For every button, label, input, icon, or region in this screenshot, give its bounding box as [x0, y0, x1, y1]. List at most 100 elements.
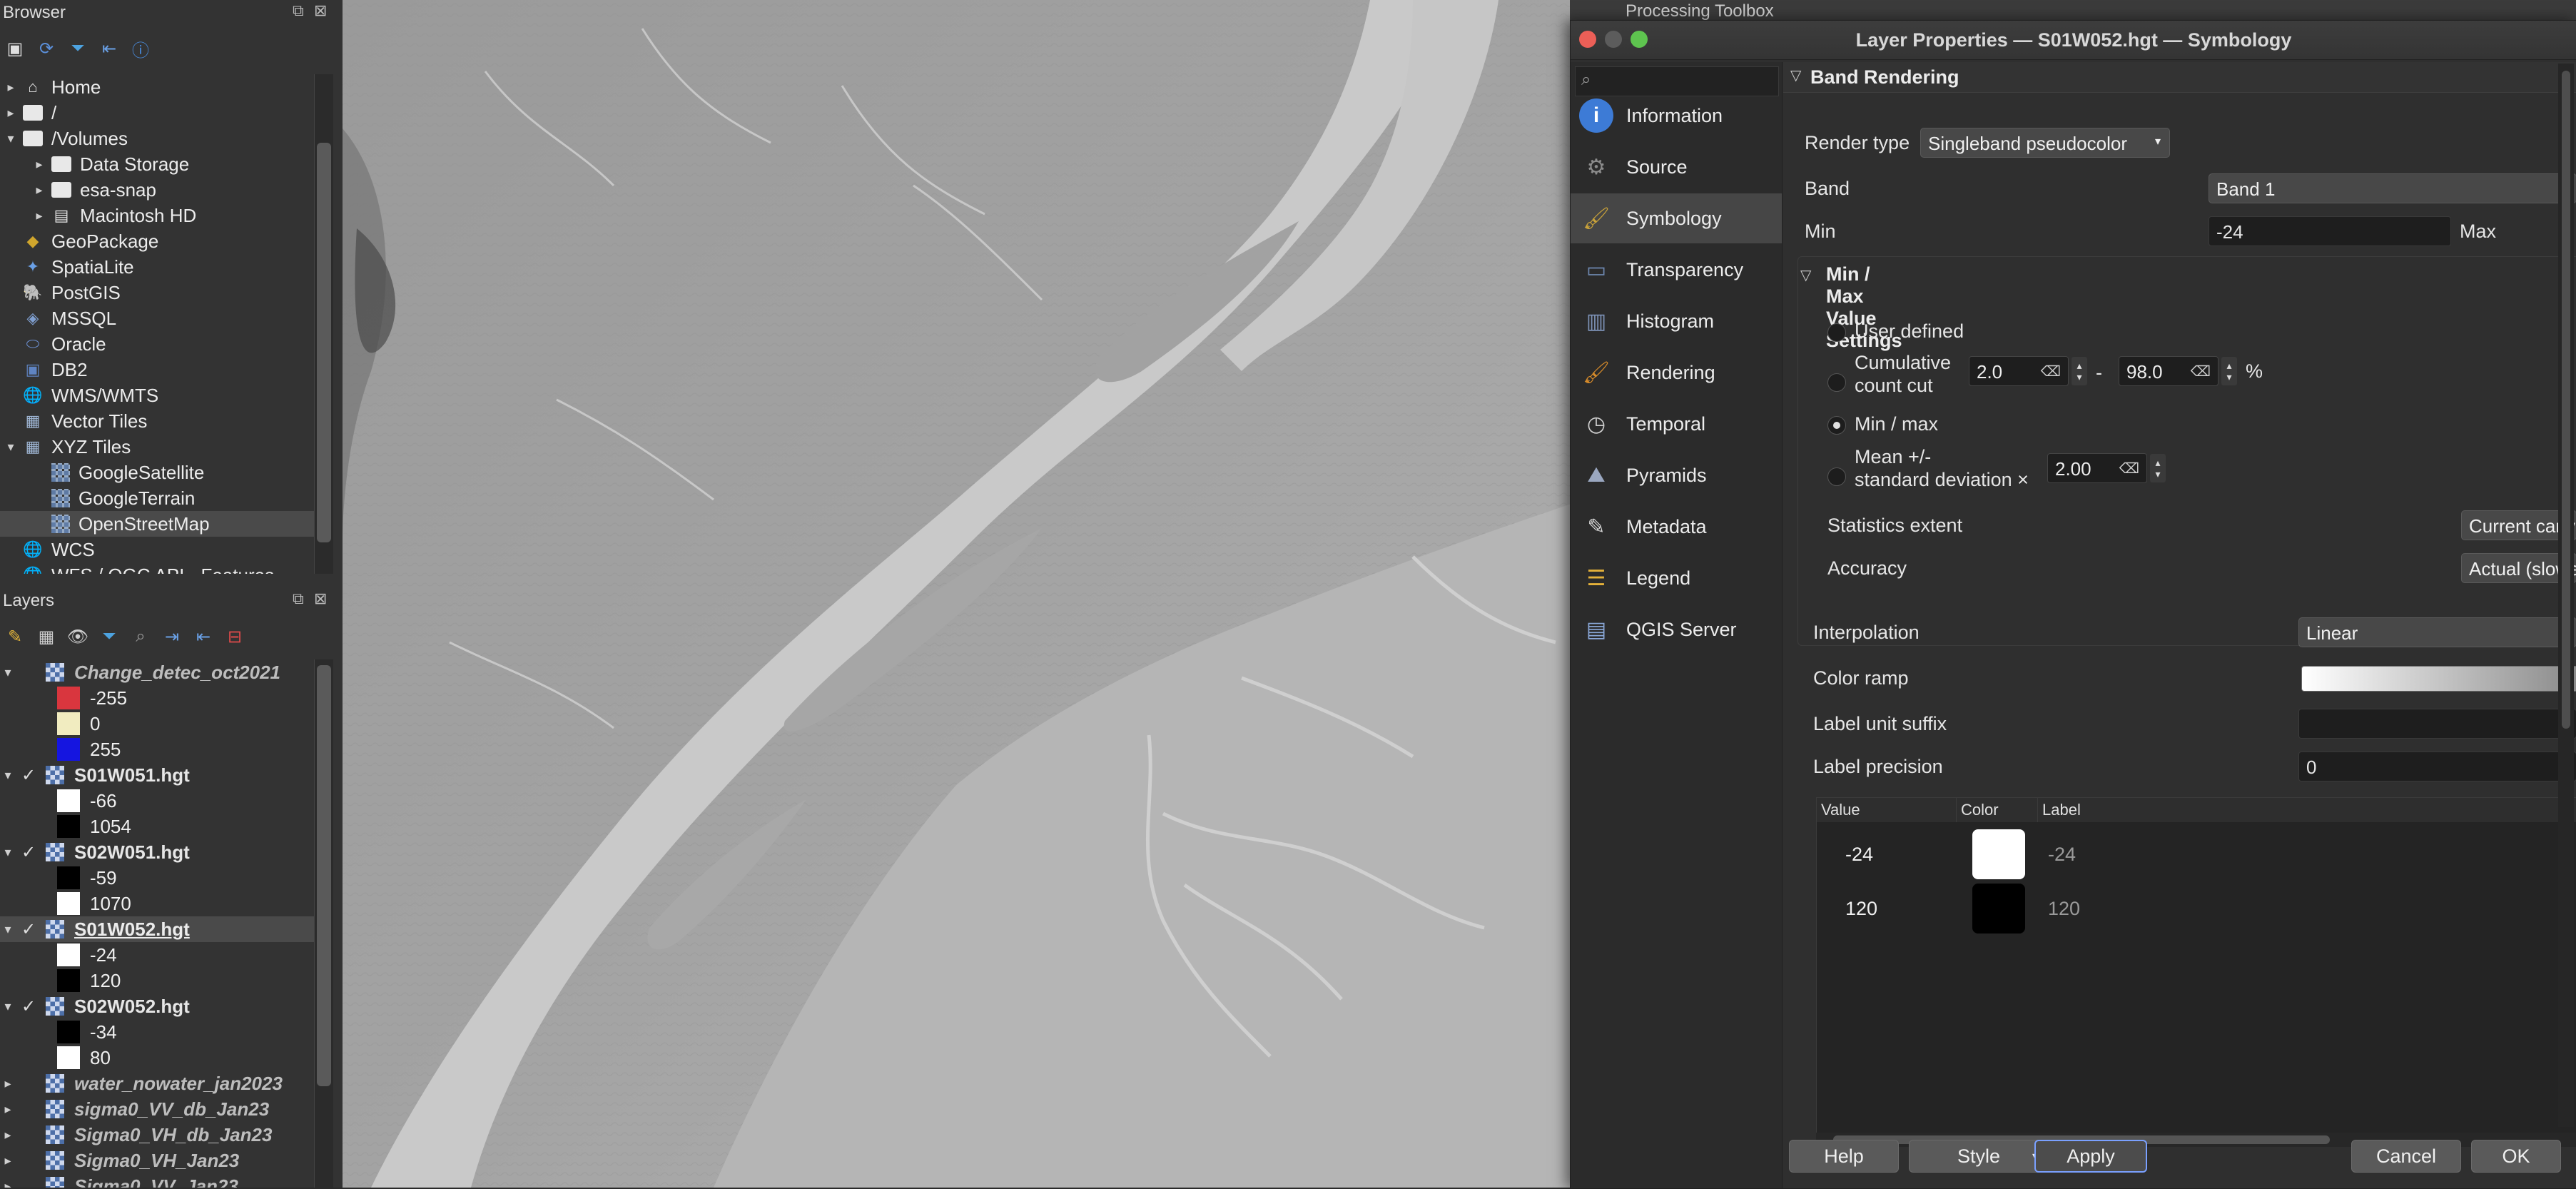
nav-item-qgis-server[interactable]: ▤ QGIS Server	[1571, 604, 1782, 654]
processing-toolbox-tab[interactable]: Processing Toolbox	[1570, 0, 2576, 21]
class-label[interactable]: 120	[2048, 898, 2080, 920]
browser-item[interactable]: ⬭ Oracle	[0, 331, 314, 357]
nav-item-information[interactable]: i Information	[1571, 91, 1782, 141]
vscroll-thumb[interactable]	[2562, 71, 2570, 729]
interpolation-select[interactable]: Linear	[2298, 617, 2576, 647]
cancel-button[interactable]: Cancel	[2351, 1140, 2461, 1173]
close-panel-icon[interactable]: ⊠	[314, 1, 327, 20]
layer-visibility-checkbox[interactable]: ✓	[20, 997, 37, 1016]
table-row[interactable]: -24 -24	[1817, 829, 2576, 881]
expand-right-icon[interactable]: ▸	[0, 1076, 16, 1091]
browser-item[interactable]: ▾ /Volumes	[0, 126, 314, 151]
browser-item[interactable]: ▸ ▤ Macintosh HD	[0, 203, 314, 228]
open-layer-styling-icon[interactable]: ✎	[4, 626, 26, 647]
layer-row[interactable]: ▸ Sigma0_VV_Jan23	[0, 1173, 314, 1188]
expand-right-icon[interactable]: ▸	[0, 1102, 16, 1117]
expand-right-icon[interactable]: ▸	[31, 183, 47, 198]
cumulative-high-stepper[interactable]: ▴ ▾	[2221, 357, 2237, 385]
class-color-swatch[interactable]	[1972, 829, 2025, 879]
ok-button[interactable]: OK	[2471, 1140, 2561, 1173]
layer-visibility-checkbox[interactable]	[20, 1126, 37, 1143]
class-label[interactable]: -24	[2048, 844, 2076, 866]
browser-item[interactable]: ▸ /	[0, 100, 314, 126]
layer-visibility-checkbox[interactable]: ✓	[20, 766, 37, 785]
render-type-select[interactable]: Singleband pseudocolor ▾	[1920, 128, 2170, 158]
remove-layer-icon[interactable]: ⊟	[224, 626, 245, 647]
expand-all-icon[interactable]: ⇥	[161, 626, 183, 647]
browser-scroll-thumb[interactable]	[317, 143, 331, 542]
help-icon[interactable]: ⓘ	[130, 38, 151, 61]
nav-item-pyramids[interactable]: ⛰ Pyramids	[1571, 450, 1782, 500]
expand-right-icon[interactable]: ▸	[31, 208, 47, 223]
nav-item-rendering[interactable]: 🖌 Rendering	[1571, 348, 1782, 398]
color-column-header[interactable]: Color	[1957, 798, 2038, 822]
layer-visibility-checkbox[interactable]	[20, 1075, 37, 1092]
color-ramp-button[interactable]	[2301, 666, 2576, 692]
browser-item[interactable]: ▾ ▦ XYZ Tiles	[0, 434, 314, 460]
cumulative-high-spinbox[interactable]: 98.0 ⌫	[2119, 356, 2218, 386]
nav-item-legend[interactable]: ☰ Legend	[1571, 553, 1782, 603]
stddev-spinbox[interactable]: 2.00 ⌫	[2047, 453, 2147, 483]
browser-item[interactable]: OpenStreetMap	[0, 511, 314, 537]
cumulative-radio[interactable]	[1827, 373, 1846, 392]
expand-right-icon[interactable]: ▸	[3, 106, 19, 121]
expand-down-icon[interactable]: ▾	[3, 131, 19, 146]
class-value[interactable]: 120	[1845, 898, 1877, 920]
layer-row[interactable]: ▾ ✓ S01W052.hgt	[0, 916, 314, 942]
filter-by-expression-icon[interactable]: ⌕	[130, 626, 151, 647]
browser-item[interactable]: ◈ MSSQL	[0, 305, 314, 331]
browser-item[interactable]: ◆ GeoPackage	[0, 228, 314, 254]
float-panel-icon[interactable]: ⧉	[293, 1, 304, 20]
manage-map-themes-icon[interactable]: 👁	[67, 626, 88, 647]
nav-item-source[interactable]: ⚙ Source	[1571, 142, 1782, 192]
close-layers-icon[interactable]: ⊠	[314, 590, 327, 608]
browser-item[interactable]: ▸ ⌂ Home	[0, 74, 314, 100]
expand-down-icon[interactable]: ▾	[0, 768, 16, 783]
apply-button[interactable]: Apply	[2034, 1140, 2147, 1173]
layer-visibility-checkbox[interactable]	[20, 1178, 37, 1188]
layer-visibility-checkbox[interactable]: ✓	[20, 920, 37, 939]
content-vscrollbar[interactable]	[2558, 64, 2574, 1127]
layer-visibility-checkbox[interactable]	[20, 1101, 37, 1118]
browser-item[interactable]: 🌐 WFS / OGC API - Features	[0, 562, 314, 575]
class-value[interactable]: -24	[1845, 844, 1873, 866]
browser-item[interactable]: 🌐 WCS	[0, 537, 314, 562]
help-button[interactable]: Help	[1789, 1140, 1899, 1173]
browser-item[interactable]: GoogleSatellite	[0, 460, 314, 485]
layer-row[interactable]: ▸ sigma0_VV_db_Jan23	[0, 1096, 314, 1122]
browser-item[interactable]: 🌐 WMS/WMTS	[0, 383, 314, 408]
collapse-all-icon[interactable]: ⇤	[98, 38, 120, 59]
filter-legend-icon[interactable]: ⏷	[98, 626, 120, 647]
refresh-icon[interactable]: ⟳	[36, 38, 57, 59]
class-color-swatch[interactable]	[1972, 884, 2025, 934]
layer-visibility-checkbox[interactable]	[20, 1152, 37, 1169]
add-group-icon[interactable]: ▦	[36, 626, 57, 647]
cumulative-low-spinbox[interactable]: 2.0 ⌫	[1969, 356, 2069, 386]
minmax-radio[interactable]	[1827, 416, 1846, 435]
layers-scrollbar[interactable]	[314, 659, 333, 1188]
browser-item[interactable]: 🐘 PostGIS	[0, 280, 314, 305]
expand-down-icon[interactable]: ▾	[0, 999, 16, 1014]
layer-row[interactable]: ▾ ✓ S02W052.hgt	[0, 993, 314, 1019]
filter-icon[interactable]: ⏷	[67, 38, 88, 59]
dialog-titlebar[interactable]: Layer Properties — S01W052.hgt — Symbolo…	[1571, 21, 2576, 60]
layer-visibility-checkbox[interactable]: ✓	[20, 843, 37, 862]
mean-stddev-radio[interactable]	[1827, 467, 1846, 486]
value-column-header[interactable]: Value	[1817, 798, 1957, 822]
nav-item-temporal[interactable]: ◷ Temporal	[1571, 399, 1782, 449]
layer-row[interactable]: ▾ ✓ S02W051.hgt	[0, 839, 314, 865]
style-button[interactable]: Style ▾	[1909, 1140, 2049, 1173]
band-rendering-header[interactable]: ▽ Band Rendering	[1783, 62, 2576, 93]
expand-down-icon[interactable]: ▾	[0, 845, 16, 860]
layers-scroll-thumb[interactable]	[317, 665, 331, 1086]
nav-item-transparency[interactable]: ▭ Transparency	[1571, 245, 1782, 295]
browser-scrollbar[interactable]	[314, 74, 333, 574]
expand-right-icon[interactable]: ▸	[31, 157, 47, 172]
expand-down-icon[interactable]: ▾	[0, 665, 16, 680]
nav-item-symbology[interactable]: 🖌 Symbology	[1571, 193, 1782, 243]
clear-icon[interactable]: ⌫	[2191, 363, 2211, 380]
user-defined-radio[interactable]	[1827, 323, 1846, 342]
browser-item[interactable]: ▸ Data Storage	[0, 151, 314, 177]
expand-right-icon[interactable]: ▸	[3, 80, 19, 95]
expand-right-icon[interactable]: ▸	[0, 1153, 16, 1168]
